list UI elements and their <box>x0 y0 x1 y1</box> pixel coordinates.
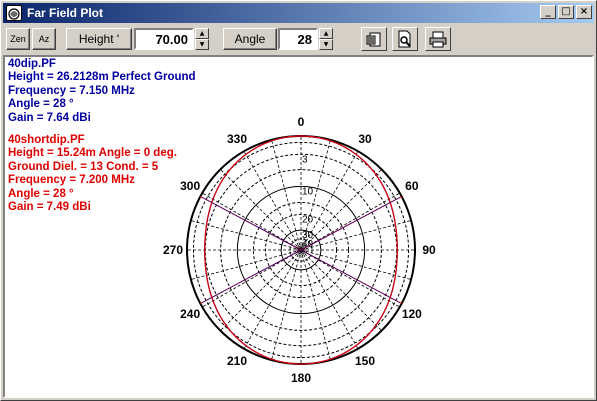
polar-spoke <box>300 249 400 308</box>
angle-label-120: 120 <box>402 307 422 321</box>
height-value-text: 70.00 <box>155 31 188 47</box>
properties-icon <box>366 32 381 47</box>
zenith-button-label: Zen <box>10 34 26 44</box>
angle-label-270: 270 <box>163 243 183 257</box>
polar-spoke <box>271 139 302 251</box>
angle-label-60: 60 <box>405 179 419 193</box>
close-icon: × <box>579 6 589 17</box>
polar-spoke <box>300 192 400 251</box>
far-field-plot-window: Far Field Plot _ □ × Zen Az Height ' 70.… <box>0 0 597 401</box>
polar-plot: 0306090120150180210240270300330310203040 <box>163 115 436 385</box>
title-bar[interactable]: Far Field Plot _ □ × <box>3 3 594 23</box>
angle-button-label: Angle <box>234 32 266 46</box>
polar-spoke <box>220 169 302 251</box>
angle-label-300: 300 <box>180 179 200 193</box>
height-spinner[interactable]: ▲ ▼ <box>195 28 209 50</box>
radial-label-10: 10 <box>302 186 314 197</box>
angle-label-90: 90 <box>422 243 436 257</box>
angle-spin-up-icon[interactable]: ▲ <box>319 28 333 39</box>
height-button[interactable]: Height ' <box>66 28 132 50</box>
maximize-button[interactable]: □ <box>558 5 574 19</box>
polar-spoke <box>300 249 412 280</box>
height-spin-down-icon[interactable]: ▼ <box>195 39 209 50</box>
angle-label-240: 240 <box>180 307 200 321</box>
angle-label-180: 180 <box>291 371 311 385</box>
angle-value-field[interactable]: 28 <box>278 28 318 50</box>
polar-spoke <box>202 192 302 251</box>
print-preview-icon <box>398 30 411 48</box>
polar-spoke <box>220 249 302 331</box>
maximize-icon: □ <box>561 6 571 17</box>
angle-spinner[interactable]: ▲ ▼ <box>319 28 333 50</box>
polar-spoke <box>300 249 331 361</box>
height-button-label: Height ' <box>78 32 120 46</box>
polar-spoke <box>190 249 302 280</box>
window-title: Far Field Plot <box>27 6 104 20</box>
polar-spoke <box>202 249 302 308</box>
minimize-icon: _ <box>545 6 551 17</box>
zenith-button[interactable]: Zen <box>6 28 30 50</box>
azimuth-button[interactable]: Az <box>32 28 56 50</box>
polar-spoke <box>271 249 302 361</box>
angle-label-150: 150 <box>355 354 375 368</box>
angle-label-0: 0 <box>298 115 305 129</box>
farfield-app-icon[interactable] <box>6 5 22 21</box>
angle-label-30: 30 <box>358 132 372 146</box>
angle-label-210: 210 <box>227 354 247 368</box>
height-spin-up-icon[interactable]: ▲ <box>195 28 209 39</box>
angle-button[interactable]: Angle <box>223 28 277 50</box>
angle-value-text: 28 <box>297 31 312 47</box>
angle-label-330: 330 <box>227 132 247 146</box>
polar-spoke <box>300 220 412 251</box>
close-button[interactable]: × <box>576 5 592 19</box>
print-preview-button[interactable] <box>392 27 418 51</box>
toolbar: Zen Az Height ' 70.00 ▲ ▼ Angle 28 ▲ ▼ <box>3 25 594 55</box>
print-icon <box>429 31 447 48</box>
polar-spoke <box>300 249 382 331</box>
azimuth-button-label: Az <box>38 34 50 44</box>
polar-spoke <box>190 220 302 251</box>
radial-label-3: 3 <box>302 154 308 165</box>
minimize-button[interactable]: _ <box>540 5 556 19</box>
radial-label-20: 20 <box>302 214 314 225</box>
height-value-field[interactable]: 70.00 <box>134 28 194 50</box>
angle-spin-down-icon[interactable]: ▼ <box>319 39 333 50</box>
plot-area: 40dip.PF Height = 26.2128m Perfect Groun… <box>3 55 594 398</box>
properties-button[interactable] <box>361 27 387 51</box>
print-button[interactable] <box>425 27 451 51</box>
